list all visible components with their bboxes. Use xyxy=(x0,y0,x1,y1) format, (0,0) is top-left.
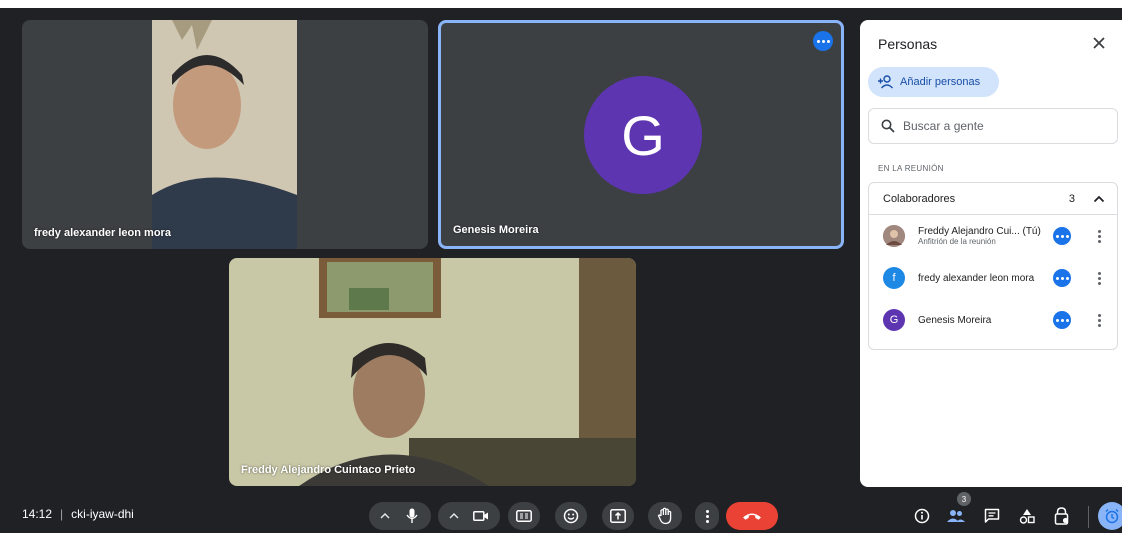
chevron-up-icon xyxy=(1093,195,1105,202)
present-screen-button[interactable] xyxy=(602,502,634,530)
microphone-button[interactable] xyxy=(397,508,427,524)
avatar xyxy=(883,225,905,247)
group-count: 3 xyxy=(1068,192,1075,205)
avatar: f xyxy=(883,267,905,289)
list-item: G Genesis Moreira xyxy=(869,299,1117,341)
more-vert-icon[interactable] xyxy=(1098,313,1101,327)
more-horiz-icon xyxy=(1055,318,1069,322)
person-name: fredy alexander leon mora xyxy=(918,272,1035,284)
host-controls-button[interactable] xyxy=(1050,504,1074,528)
chevron-up-icon xyxy=(449,513,459,519)
participant-name: fredy alexander leon mora xyxy=(34,227,171,239)
video-settings-button[interactable] xyxy=(442,513,466,519)
collaborators-header[interactable]: Colaboradores 3 xyxy=(869,183,1117,215)
raise-hand-icon xyxy=(657,507,672,525)
search-icon xyxy=(881,119,895,133)
camera-control-group xyxy=(438,502,500,530)
timer-button[interactable] xyxy=(1098,502,1122,530)
clock: 14:12 xyxy=(22,507,53,521)
top-strip xyxy=(0,0,1122,8)
person-options-button[interactable] xyxy=(1053,311,1071,329)
participant-avatar: G xyxy=(584,76,702,194)
group-label: Colaboradores xyxy=(883,192,956,205)
meeting-details-button[interactable] xyxy=(910,504,934,528)
present-to-all-icon xyxy=(610,509,626,523)
participant-name: Genesis Moreira xyxy=(453,224,539,236)
videocam-icon xyxy=(473,511,488,521)
people-button[interactable] xyxy=(944,504,968,528)
chat-button[interactable] xyxy=(980,504,1004,528)
person-options-button[interactable] xyxy=(1053,227,1071,245)
more-horiz-icon xyxy=(1055,276,1069,280)
participant-video xyxy=(152,20,297,249)
list-item: f fredy alexander leon mora xyxy=(869,257,1117,299)
section-label: EN LA REUNIÓN xyxy=(878,164,944,173)
add-people-button[interactable]: Añadir personas xyxy=(868,67,999,97)
add-people-label: Añadir personas xyxy=(900,76,981,88)
person-role: Anfitrión de la reunión xyxy=(918,237,996,246)
raise-hand-button[interactable] xyxy=(648,502,682,530)
divider: | xyxy=(60,507,64,521)
captions-button[interactable] xyxy=(508,502,540,530)
bottom-control-bar: 14:12 | cki-iyaw-dhi xyxy=(0,498,1122,533)
people-icon xyxy=(947,510,965,522)
more-vert-icon[interactable] xyxy=(1098,229,1101,243)
audio-settings-button[interactable] xyxy=(373,513,397,519)
more-horiz-icon xyxy=(816,39,830,43)
activities-button[interactable] xyxy=(1015,504,1039,528)
person-options-button[interactable] xyxy=(1053,269,1071,287)
lock-person-icon xyxy=(1054,507,1069,525)
participant-video xyxy=(229,258,636,486)
avatar: G xyxy=(883,309,905,331)
chevron-up-icon xyxy=(380,513,390,519)
divider xyxy=(1088,506,1089,528)
alarm-icon xyxy=(1105,508,1119,524)
close-panel-button[interactable] xyxy=(1090,34,1108,52)
participant-tile-freddy[interactable]: Freddy Alejandro Cuintaco Prieto xyxy=(229,258,636,486)
close-icon xyxy=(1093,37,1105,49)
participant-count-badge: 3 xyxy=(957,492,971,506)
meeting-info: 14:12 | cki-iyaw-dhi xyxy=(22,507,134,521)
people-panel: Personas Añadir personas Buscar a gente … xyxy=(860,20,1122,487)
participant-tile-genesis[interactable]: G Genesis Moreira xyxy=(438,20,844,249)
collaborators-group: Colaboradores 3 Freddy Alejandro Cui... … xyxy=(868,182,1118,350)
more-options-button[interactable] xyxy=(695,502,719,530)
person-add-icon xyxy=(878,75,894,89)
search-people-input[interactable]: Buscar a gente xyxy=(868,108,1118,144)
shapes-icon xyxy=(1019,509,1035,524)
list-item: Freddy Alejandro Cui... (Tú) Anfitrión d… xyxy=(869,215,1117,257)
microphone-icon xyxy=(406,508,418,523)
info-icon xyxy=(914,508,930,524)
meeting-code[interactable]: cki-iyaw-dhi xyxy=(71,507,134,521)
camera-button[interactable] xyxy=(466,510,496,522)
chat-icon xyxy=(984,508,1000,523)
person-name: Freddy Alejandro Cui... (Tú) xyxy=(918,226,1041,237)
participant-tile-fredy[interactable]: fredy alexander leon mora xyxy=(22,20,428,249)
reactions-button[interactable] xyxy=(555,502,587,530)
more-horiz-icon xyxy=(1055,234,1069,238)
participant-name: Freddy Alejandro Cuintaco Prieto xyxy=(241,464,416,476)
closed-captions-icon xyxy=(516,510,532,522)
search-placeholder: Buscar a gente xyxy=(903,119,984,133)
more-vert-icon xyxy=(705,509,709,523)
more-vert-icon[interactable] xyxy=(1098,271,1101,285)
emoji-icon xyxy=(563,508,579,524)
end-call-button[interactable] xyxy=(726,502,778,530)
call-end-icon xyxy=(743,513,761,520)
more-options-button[interactable] xyxy=(813,31,833,51)
panel-title: Personas xyxy=(878,36,938,52)
person-name: Genesis Moreira xyxy=(918,314,992,326)
mic-control-group xyxy=(369,502,431,530)
